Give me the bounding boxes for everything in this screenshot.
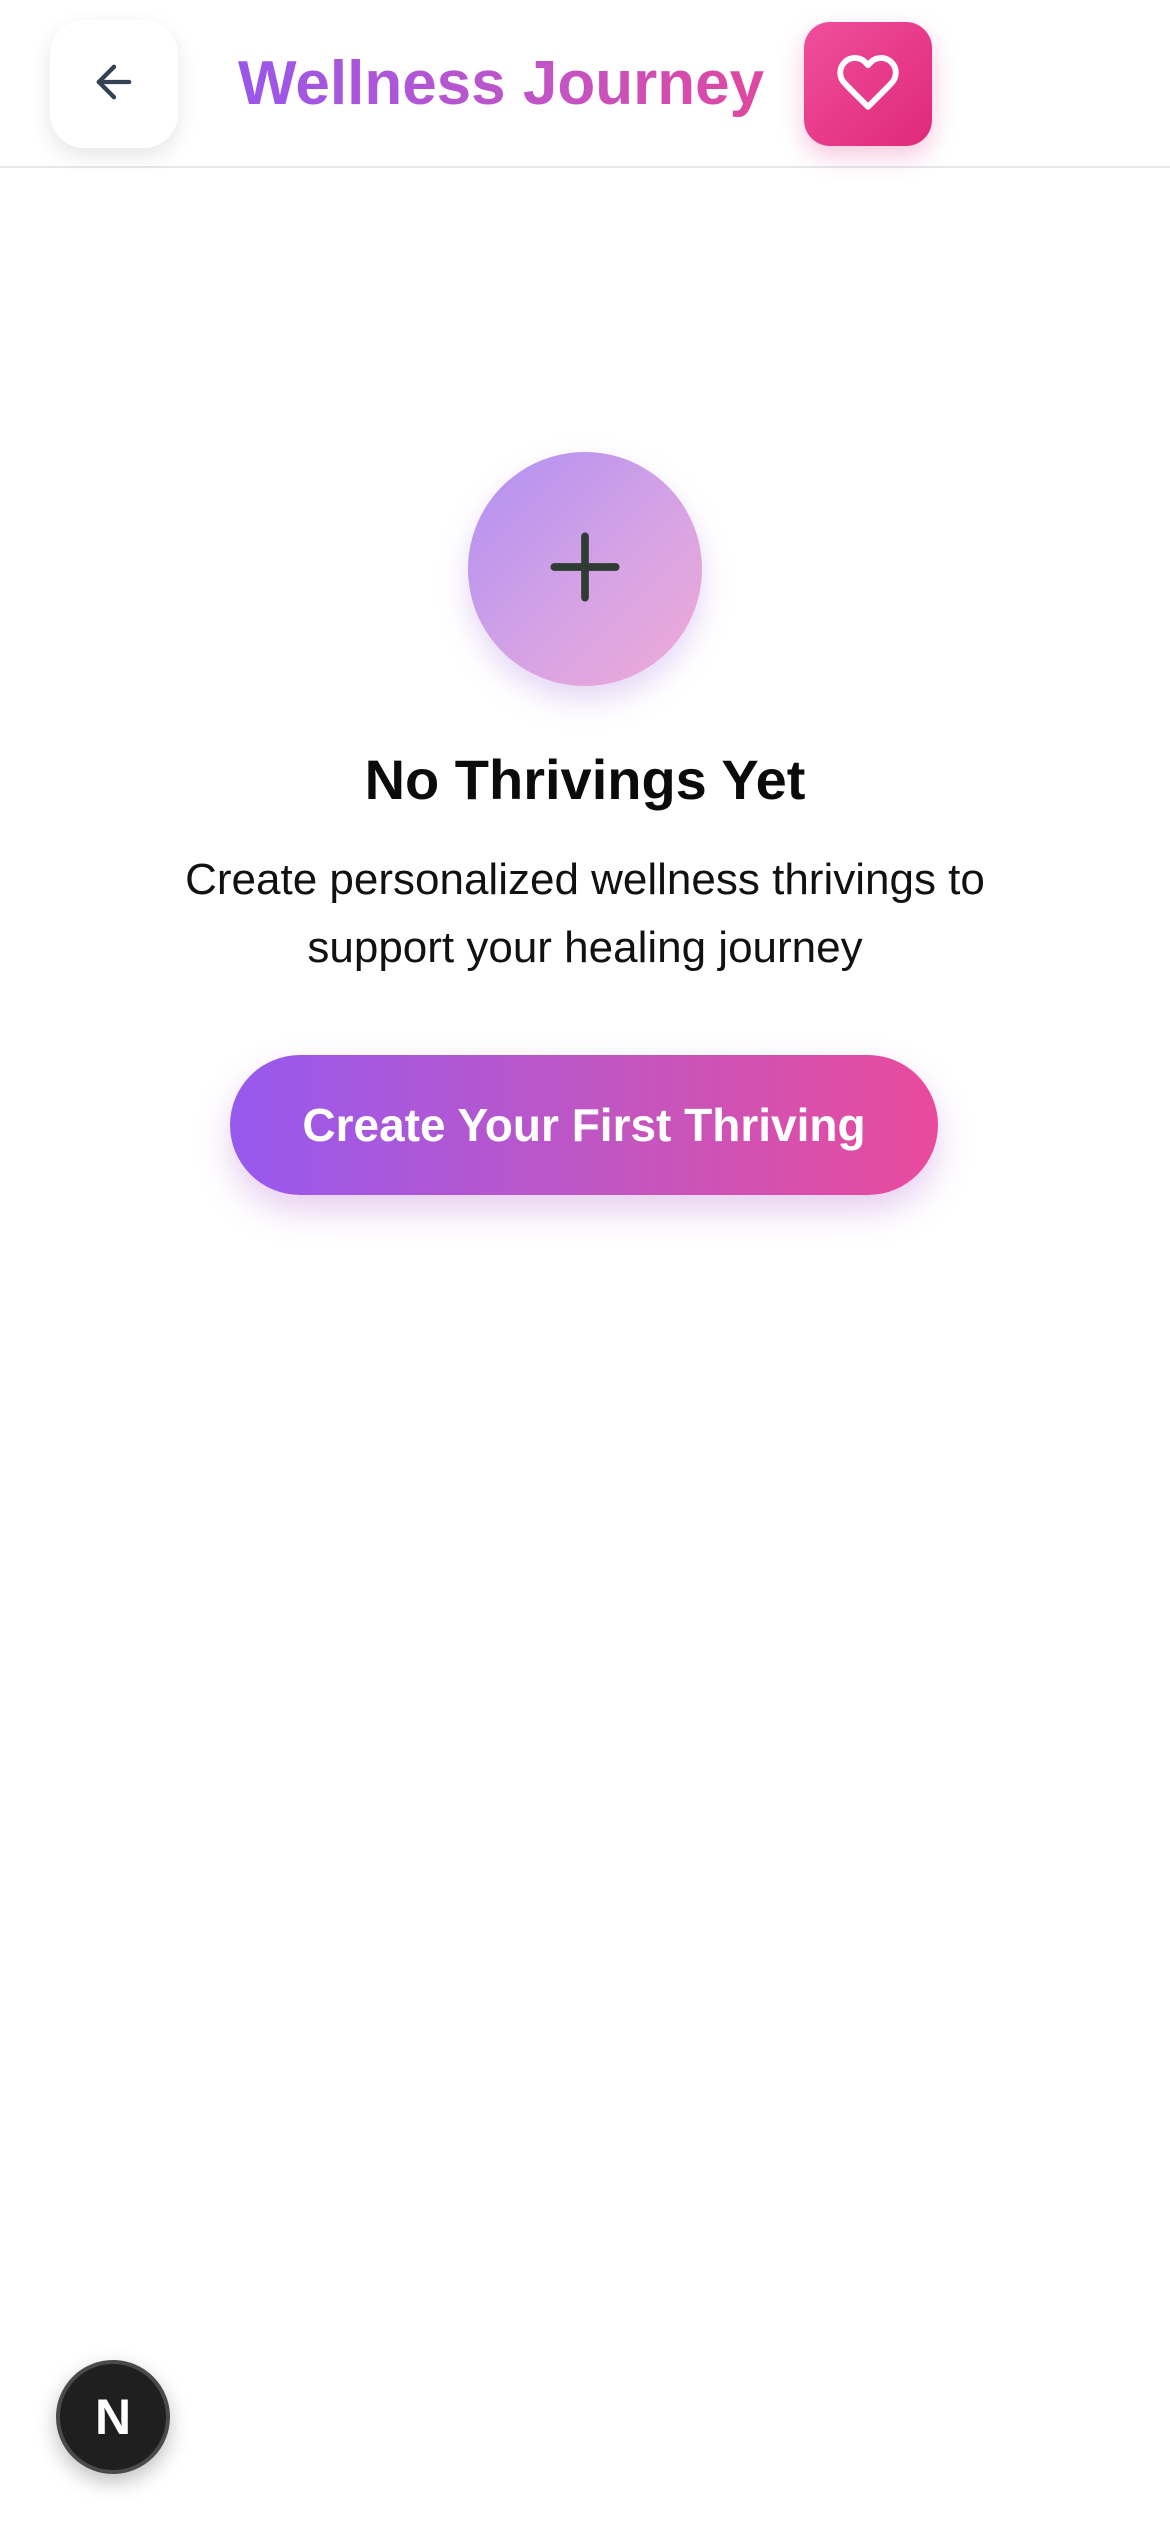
heart-icon [836,50,900,119]
page-title: Wellness Journey [238,40,764,128]
app-header: Wellness Journey [0,0,1170,168]
nextjs-logo-icon: N [94,2389,132,2445]
plus-icon [539,521,631,618]
nextjs-dev-badge[interactable]: N [56,2360,170,2474]
back-button[interactable] [50,20,178,148]
favorites-button[interactable] [804,22,932,146]
arrow-left-icon [88,56,140,113]
create-first-thriving-button[interactable]: Create Your First Thriving [230,1055,938,1195]
empty-state-title: No Thrivings Yet [364,748,806,811]
empty-state-illustration [468,452,702,686]
page: Wellness Journey No Thrivings Yet Create… [0,0,1170,2532]
empty-state-description: Create personalized wellness thrivings t… [185,855,985,972]
